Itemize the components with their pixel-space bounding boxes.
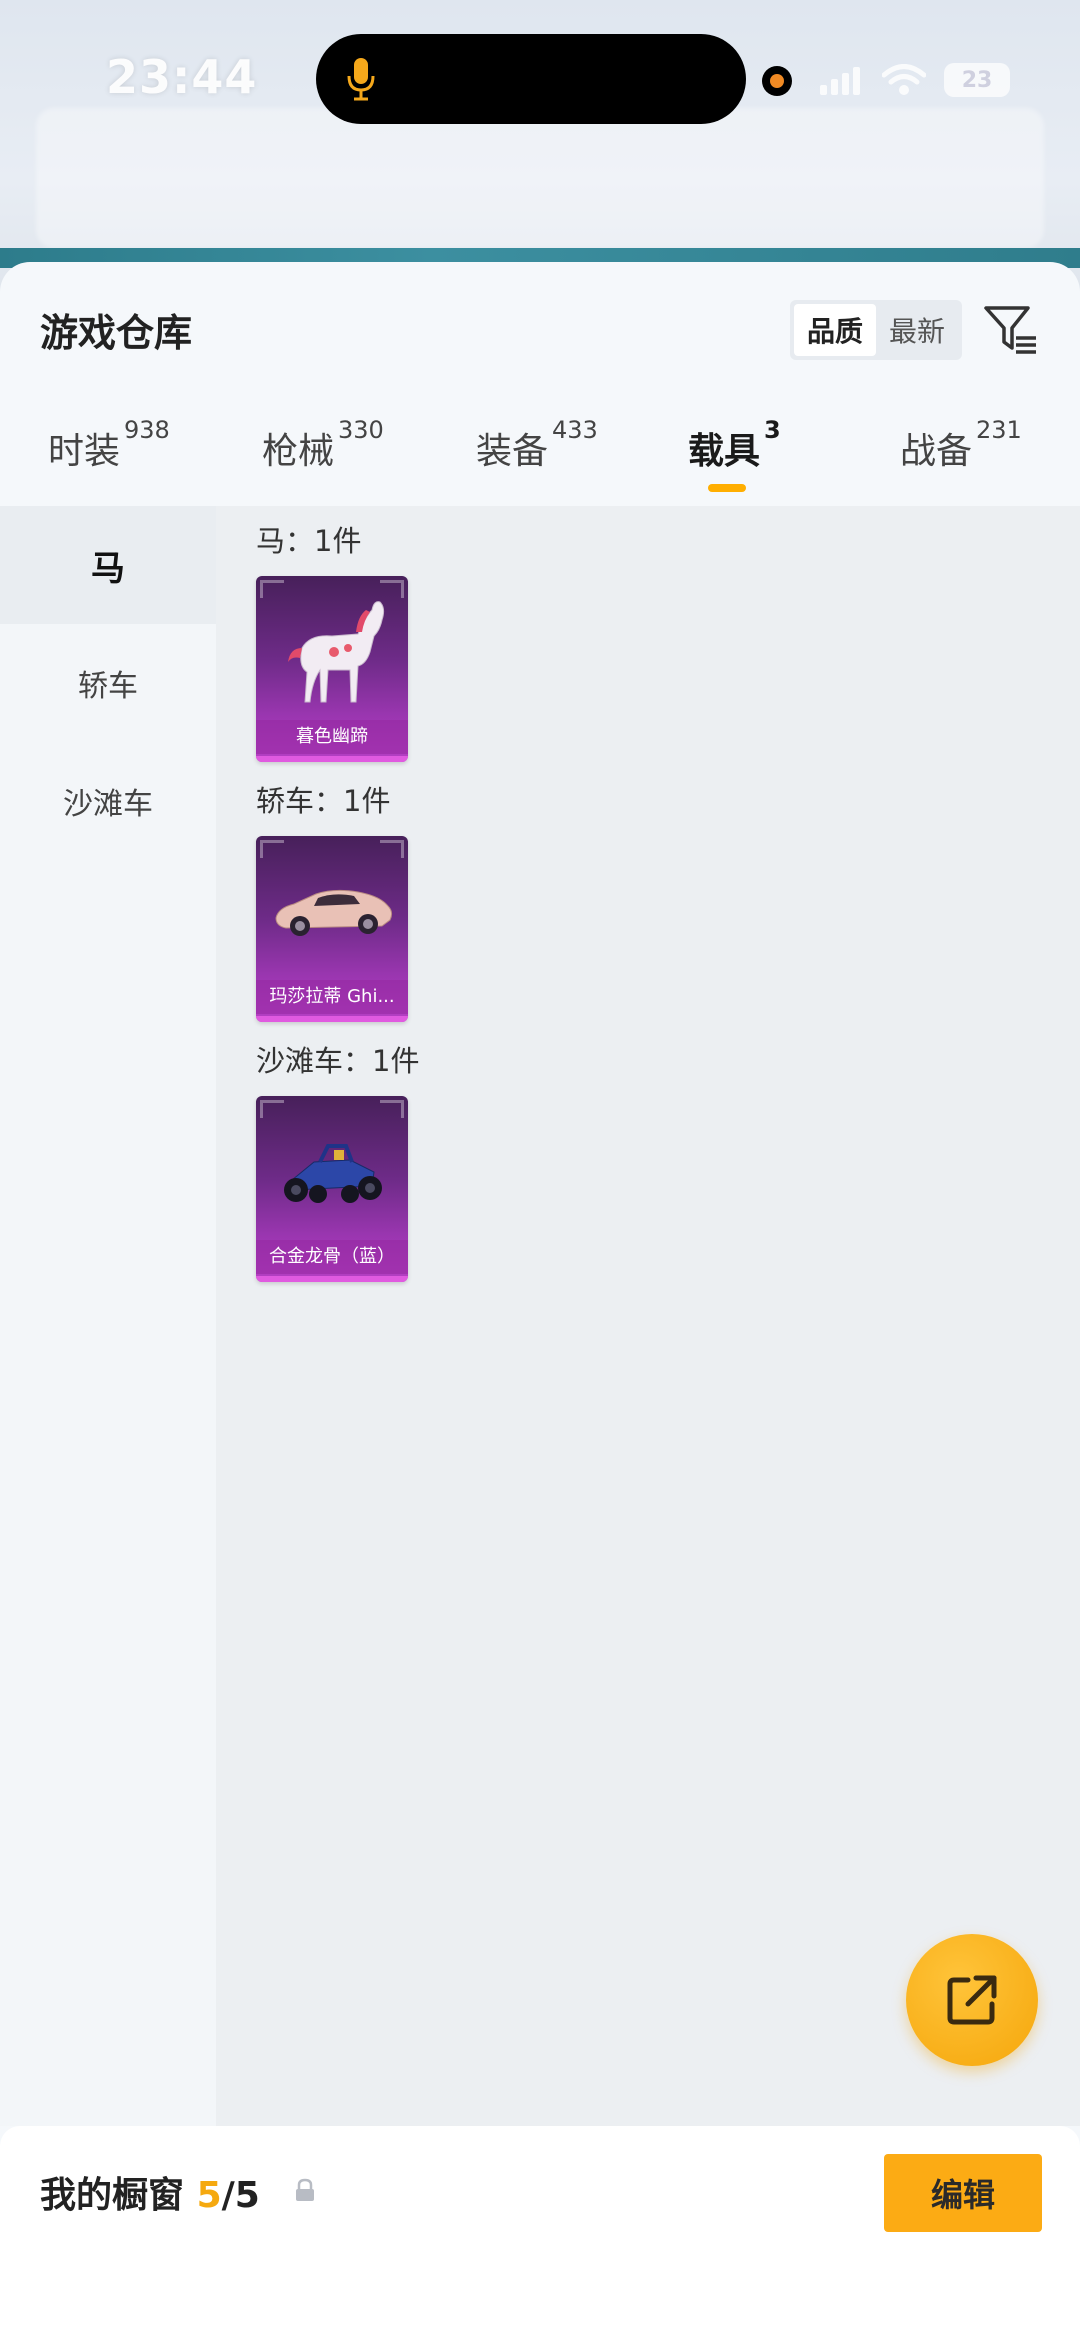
tab-label: 时装 bbox=[48, 431, 121, 472]
tab-count: 330 bbox=[338, 416, 384, 444]
sort-option-newest[interactable]: 最新 bbox=[876, 304, 958, 356]
edit-button[interactable]: 编辑 bbox=[884, 2154, 1042, 2232]
tab-count: 938 bbox=[124, 416, 170, 444]
item-list: 马：1件 暮色幽蹄 轿车：1件 玛莎拉蒂 Ghi... 沙滩车：1件 合金龙骨（… bbox=[216, 506, 1080, 2126]
group-title: 马：1件 bbox=[256, 524, 362, 558]
category-tabs: 时装938 枪械330 装备433 载具3 战备231 bbox=[0, 416, 1080, 512]
wifi-icon bbox=[882, 64, 926, 95]
filter-icon[interactable] bbox=[982, 302, 1040, 360]
lock-icon bbox=[296, 2178, 314, 2201]
item-card[interactable]: 暮色幽蹄 bbox=[256, 576, 408, 762]
tab-count: 231 bbox=[976, 416, 1022, 444]
showcase-total: /5 bbox=[221, 2175, 260, 2216]
sort-option-quality[interactable]: 品质 bbox=[794, 304, 876, 356]
status-time: 23:44 bbox=[106, 50, 258, 104]
showcase-bar: 我的橱窗 5/5 编辑 bbox=[0, 2126, 1080, 2346]
item-name: 合金龙骨（蓝） bbox=[256, 1240, 408, 1274]
active-tab-indicator bbox=[708, 484, 746, 492]
tab-count: 433 bbox=[552, 416, 598, 444]
tab-label: 战备 bbox=[900, 431, 973, 472]
subcategory-sidebar: 马 轿车 沙滩车 bbox=[0, 506, 216, 2126]
sort-toggle: 品质 最新 bbox=[790, 300, 962, 360]
tab-vehicles[interactable]: 载具3 bbox=[688, 416, 781, 512]
battery-icon: 23 bbox=[944, 63, 1010, 97]
status-icons: 23 bbox=[820, 58, 1020, 102]
battery-level: 23 bbox=[961, 67, 993, 93]
background-blur-panel bbox=[36, 108, 1044, 248]
dynamic-island bbox=[316, 34, 746, 124]
signal-icon bbox=[820, 67, 860, 95]
sheet-header: 游戏仓库 品质 最新 时装938 枪械330 装备433 载具3 战备231 bbox=[0, 262, 1080, 502]
tab-count: 3 bbox=[764, 416, 781, 444]
tab-label: 枪械 bbox=[262, 431, 335, 472]
tab-label: 载具 bbox=[688, 431, 761, 472]
page-title: 游戏仓库 bbox=[40, 311, 193, 355]
showcase-current: 5 bbox=[196, 2175, 222, 2216]
sidebar-item-beach-buggy[interactable]: 沙滩车 bbox=[0, 742, 216, 860]
item-card[interactable]: 玛莎拉蒂 Ghi... bbox=[256, 836, 408, 1022]
car-icon bbox=[275, 889, 393, 936]
item-name: 玛莎拉蒂 Ghi... bbox=[256, 980, 408, 1014]
tab-equipment[interactable]: 装备433 bbox=[476, 416, 598, 512]
tab-fashion[interactable]: 时装938 bbox=[48, 416, 170, 512]
external-link-icon bbox=[947, 1975, 997, 2025]
recording-indicator-icon bbox=[762, 66, 792, 96]
sidebar-item-sedan[interactable]: 轿车 bbox=[0, 624, 216, 742]
tab-firearms[interactable]: 枪械330 bbox=[262, 416, 384, 512]
buggy-icon bbox=[284, 1144, 382, 1203]
sidebar-item-horse[interactable]: 马 bbox=[0, 506, 216, 624]
group-title: 轿车：1件 bbox=[256, 784, 391, 818]
microphone-icon bbox=[347, 58, 375, 101]
tab-tactical-gear[interactable]: 战备231 bbox=[900, 416, 1022, 512]
tab-label: 装备 bbox=[476, 431, 549, 472]
horse-icon bbox=[288, 601, 385, 703]
group-title: 沙滩车：1件 bbox=[256, 1044, 420, 1078]
showcase-count: 5/5 bbox=[197, 2175, 260, 2216]
showcase-label: 我的橱窗 bbox=[40, 2175, 185, 2216]
share-button[interactable] bbox=[906, 1934, 1038, 2066]
showcase-title: 我的橱窗 5/5 bbox=[40, 2166, 260, 2218]
item-name: 暮色幽蹄 bbox=[256, 720, 408, 754]
item-card[interactable]: 合金龙骨（蓝） bbox=[256, 1096, 408, 1282]
